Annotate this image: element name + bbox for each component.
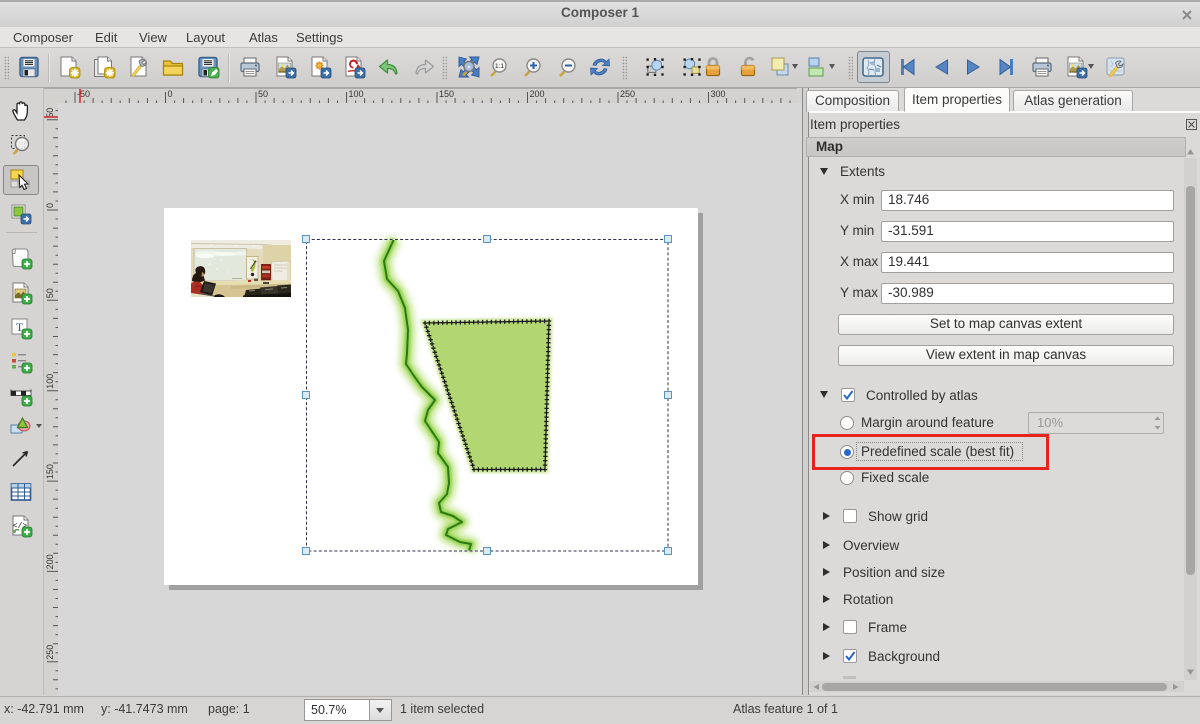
svg-text:200: 200	[530, 89, 545, 99]
svg-text:0: 0	[45, 203, 55, 208]
svg-text:100: 100	[45, 374, 55, 389]
svg-text:50: 50	[45, 108, 55, 118]
svg-text:100: 100	[349, 89, 364, 99]
svg-text:200: 200	[45, 554, 55, 569]
svg-text:150: 150	[439, 89, 454, 99]
svg-text:1:1: 1:1	[495, 63, 504, 70]
svg-text:50: 50	[258, 89, 268, 99]
svg-text:-50: -50	[77, 89, 90, 99]
svg-text:250: 250	[45, 645, 55, 660]
svg-text:150: 150	[45, 464, 55, 479]
svg-text:0: 0	[168, 89, 173, 99]
svg-text:250: 250	[620, 89, 635, 99]
svg-text:50: 50	[45, 288, 55, 298]
svg-text:300: 300	[711, 89, 726, 99]
